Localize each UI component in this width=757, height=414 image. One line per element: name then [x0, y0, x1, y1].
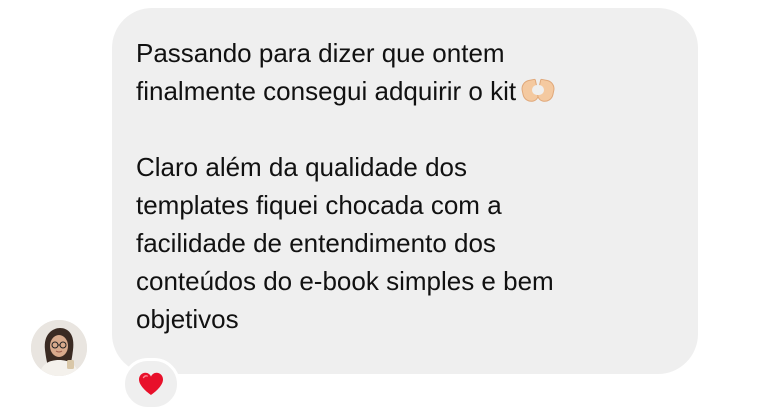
message-paragraph-1: Passando para dizer que ontem finalmente… [136, 38, 517, 106]
message-paragraph-2: Claro além da qualidade dos templates fi… [136, 152, 554, 334]
message-text: Passando para dizer que ontem finalmente… [136, 34, 684, 338]
avatar[interactable] [31, 320, 87, 376]
message-bubble[interactable]: Passando para dizer que ontem finalmente… [112, 8, 698, 374]
avatar-photo [31, 320, 87, 376]
red-heart-icon [139, 372, 163, 395]
heart-hands-icon [519, 78, 557, 104]
reaction-badge[interactable] [122, 358, 180, 410]
